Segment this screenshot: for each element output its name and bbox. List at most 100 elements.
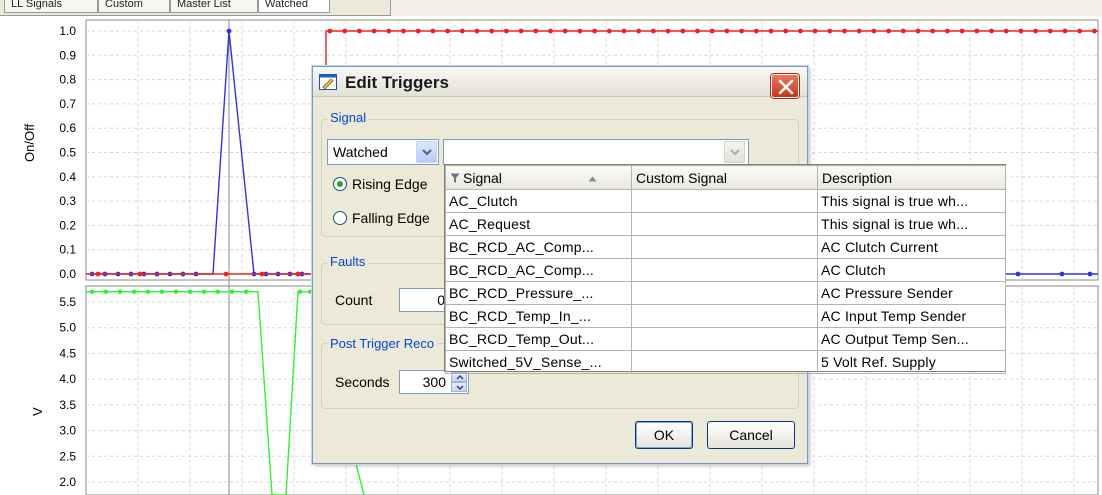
- column-header-signal[interactable]: Signal: [445, 165, 632, 190]
- cell-custom-signal: [631, 327, 818, 351]
- table-row[interactable]: BC_RCD_Temp_In_... AC Input Temp Sender: [445, 304, 1006, 328]
- upper-tick-label: 0.3: [59, 194, 76, 208]
- red-series-point: [415, 28, 421, 34]
- table-row[interactable]: BC_RCD_AC_Comp... AC Clutch: [445, 258, 1006, 282]
- cancel-button[interactable]: Cancel: [707, 421, 795, 449]
- signal-dropdown-list: Signal Custom Signal Description AC_Clut…: [444, 164, 1006, 374]
- blue-series-point: [226, 28, 232, 34]
- cell-description: AC Clutch Current: [817, 235, 1006, 259]
- signal-source-dropdown-button[interactable]: [416, 141, 437, 163]
- red-series-point: [945, 28, 950, 34]
- cell-description: AC Input Temp Sender: [817, 304, 1006, 328]
- red-series-point: [1047, 28, 1053, 34]
- red-series-point: [295, 271, 301, 277]
- table-row[interactable]: BC_RCD_Temp_Out... AC Output Temp Sen...: [445, 327, 1006, 351]
- cell-signal: AC_Clutch: [445, 189, 632, 213]
- green-series-point: [201, 289, 207, 294]
- dialog-title: Edit Triggers: [345, 73, 449, 92]
- upper-y-axis-title: On/Off: [22, 123, 37, 162]
- edit-window-icon: [319, 74, 337, 90]
- red-series-point: [768, 28, 774, 34]
- dialog-titlebar[interactable]: Edit Triggers: [313, 67, 807, 98]
- red-series-point: [798, 28, 803, 34]
- red-series-point: [989, 28, 994, 34]
- filter-icon[interactable]: [450, 173, 460, 184]
- table-row[interactable]: AC_Clutch This signal is true wh...: [445, 189, 1006, 213]
- tab-watched[interactable]: Watched: [258, 0, 330, 13]
- green-series-point: [187, 289, 193, 294]
- rising-edge-radio-circle[interactable]: [333, 177, 347, 191]
- cell-signal: Switched_5V_Sense_...: [445, 350, 632, 374]
- cell-custom-signal: [631, 258, 818, 282]
- count-input[interactable]: 0: [399, 288, 449, 312]
- red-series-point: [900, 28, 906, 34]
- signal-select[interactable]: [443, 139, 749, 165]
- red-series-point: [489, 28, 495, 34]
- chevron-up-icon: [456, 375, 464, 380]
- table-row[interactable]: BC_RCD_Pressure_... AC Pressure Sender: [445, 281, 1006, 305]
- red-series-point: [1018, 28, 1024, 34]
- red-series-point: [856, 28, 862, 34]
- column-header-signal-label: Signal: [463, 169, 502, 186]
- signal-source-select[interactable]: Watched: [327, 139, 439, 165]
- tab-ll-signals[interactable]: LL Signals: [4, 0, 98, 13]
- close-button[interactable]: [771, 74, 799, 98]
- lower-tick-label: 2.5: [59, 449, 76, 463]
- rising-edge-radio[interactable]: Rising Edge: [333, 176, 428, 192]
- tab-master-list[interactable]: Master List: [170, 0, 258, 13]
- red-series-point: [357, 28, 362, 34]
- red-series-point: [518, 28, 524, 34]
- red-series-point: [680, 28, 686, 34]
- falling-edge-radio-circle[interactable]: [333, 211, 347, 225]
- green-series-point: [243, 289, 249, 294]
- lower-tick-label: 3.5: [59, 398, 76, 412]
- spin-down-button[interactable]: [451, 382, 467, 392]
- falling-edge-radio[interactable]: Falling Edge: [333, 210, 430, 226]
- red-series-point: [459, 28, 465, 34]
- column-header-custom-signal[interactable]: Custom Signal: [631, 165, 818, 190]
- red-series-point: [739, 28, 744, 34]
- red-series-point: [1077, 28, 1083, 34]
- seconds-spinner[interactable]: [451, 372, 467, 392]
- red-series-point: [812, 28, 818, 34]
- ok-button[interactable]: OK: [635, 421, 693, 449]
- cell-custom-signal: [631, 189, 818, 213]
- cell-custom-signal: [631, 281, 818, 305]
- cell-signal: BC_RCD_Temp_Out...: [445, 327, 632, 351]
- red-series-point: [327, 28, 333, 34]
- chevron-down-icon: [422, 149, 432, 156]
- green-series-point: [229, 289, 235, 294]
- signal-dropdown-button[interactable]: [724, 141, 745, 163]
- cell-signal: BC_RCD_Pressure_...: [445, 281, 632, 305]
- red-series-point: [886, 28, 891, 34]
- tab-custom[interactable]: Custom: [98, 0, 170, 13]
- column-header-description[interactable]: Description: [817, 165, 1006, 190]
- cell-description: AC Clutch: [817, 258, 1006, 282]
- green-series-point: [89, 289, 95, 294]
- tab-strip-filler: [390, 0, 1102, 16]
- table-row[interactable]: AC_Request This signal is true wh...: [445, 212, 1006, 236]
- upper-tick-label: 0.9: [59, 48, 76, 62]
- table-row[interactable]: BC_RCD_AC_Comp... AC Clutch Current: [445, 235, 1006, 259]
- green-series-point: [145, 289, 151, 294]
- red-series-point: [342, 28, 348, 34]
- red-series-point: [223, 271, 229, 277]
- red-series-point: [665, 28, 671, 34]
- table-row[interactable]: Switched_5V_Sense_... 5 Volt Ref. Supply: [445, 350, 1006, 374]
- red-series-point: [636, 28, 642, 34]
- red-series-point: [1003, 28, 1009, 34]
- red-series-point: [386, 28, 392, 34]
- chevron-down-icon: [456, 385, 464, 390]
- red-series-point: [371, 28, 377, 34]
- red-series-point: [1033, 28, 1038, 34]
- red-series-point: [401, 28, 406, 34]
- count-label: Count: [335, 292, 373, 308]
- cell-custom-signal: [631, 235, 818, 259]
- faults-group-label: Faults: [327, 254, 369, 269]
- green-series-point: [103, 289, 109, 294]
- green-series-point: [117, 289, 123, 294]
- rising-edge-label: Rising Edge: [352, 176, 428, 192]
- lower-tick-label: 5.5: [59, 295, 76, 309]
- red-series-point: [724, 28, 730, 34]
- upper-tick-label: 0.8: [59, 73, 76, 87]
